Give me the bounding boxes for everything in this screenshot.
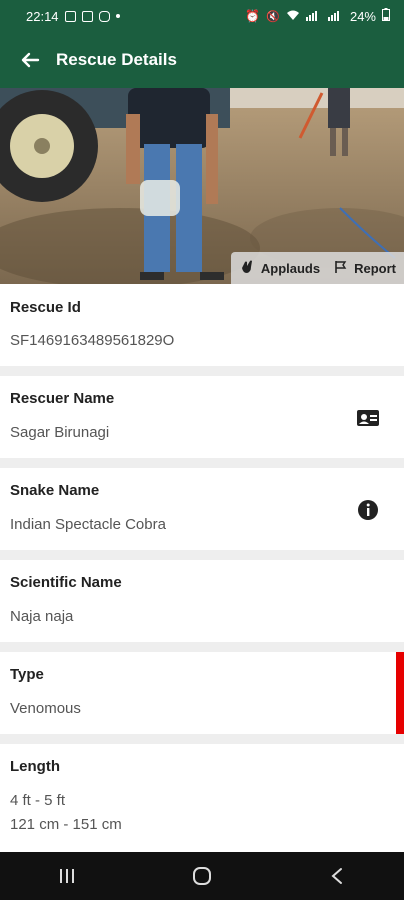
- scientific-name-card: Scientific Name Naja naja: [0, 560, 404, 642]
- rescuer-name-value: Sagar Birunagi: [10, 424, 110, 441]
- wifi-icon: [286, 9, 300, 24]
- image-notification-icon: [64, 10, 76, 22]
- report-label: Report: [354, 260, 396, 276]
- length-label: Length: [10, 758, 60, 775]
- back-nav-icon[interactable]: [317, 856, 357, 896]
- type-value: Venomous: [10, 700, 81, 717]
- system-nav-bar: [0, 852, 404, 900]
- rescue-id-label: Rescue Id: [10, 299, 81, 316]
- type-label: Type: [10, 666, 44, 683]
- report-button[interactable]: Report: [334, 260, 396, 277]
- info-icon[interactable]: [356, 498, 380, 522]
- instagram-notification-icon: [98, 10, 110, 22]
- app-notification-icon: [81, 10, 93, 22]
- alarm-icon: ⏰: [245, 9, 261, 23]
- page-title: Rescue Details: [56, 50, 177, 69]
- rescue-photo: Applauds Report: [0, 88, 404, 284]
- applauds-label: Applauds: [260, 260, 321, 276]
- hero-actions: Applauds Report: [230, 252, 404, 284]
- snake-name-value: Indian Spectacle Cobra: [10, 516, 166, 533]
- home-icon[interactable]: [182, 856, 222, 896]
- recent-apps-icon[interactable]: [47, 856, 87, 896]
- length-card: Length 4 ft - 5 ft 121 cm - 151 cm: [0, 744, 404, 852]
- rescue-id-card: Rescue Id SF1469163489561829O: [0, 284, 404, 366]
- app-bar: Rescue Details: [0, 32, 404, 88]
- type-card: Type Venomous: [0, 652, 404, 734]
- signal-icon-2: [327, 9, 344, 24]
- mute-icon: 🔇: [266, 10, 280, 23]
- flag-icon: [334, 260, 348, 277]
- id-card-icon[interactable]: [356, 406, 380, 430]
- rescue-id-value: SF1469163489561829O: [10, 332, 175, 349]
- length-value-cm: 121 cm - 151 cm: [10, 816, 122, 833]
- applauds-button[interactable]: Applauds: [239, 259, 320, 278]
- status-time: 22:14: [26, 8, 59, 24]
- more-notifications-icon: [115, 14, 120, 18]
- length-value-ft: 4 ft - 5 ft: [10, 792, 66, 809]
- rescuer-name-label: Rescuer Name: [10, 390, 115, 407]
- snake-name-label: Snake Name: [10, 482, 100, 499]
- rescuer-name-card: Rescuer Name Sagar Birunagi: [0, 376, 404, 458]
- battery-percent: 24%: [349, 8, 376, 24]
- scientific-name-label: Scientific Name: [10, 574, 122, 591]
- clap-icon: [239, 259, 255, 278]
- scientific-name-value: Naja naja: [10, 608, 74, 625]
- venomous-indicator: [396, 652, 404, 734]
- back-arrow-icon[interactable]: [16, 46, 44, 74]
- status-bar: 22:14 ⏰ 🔇 24%: [0, 0, 404, 32]
- battery-icon: [382, 8, 390, 24]
- signal-icon: [305, 9, 322, 24]
- snake-name-card: Snake Name Indian Spectacle Cobra: [0, 468, 404, 550]
